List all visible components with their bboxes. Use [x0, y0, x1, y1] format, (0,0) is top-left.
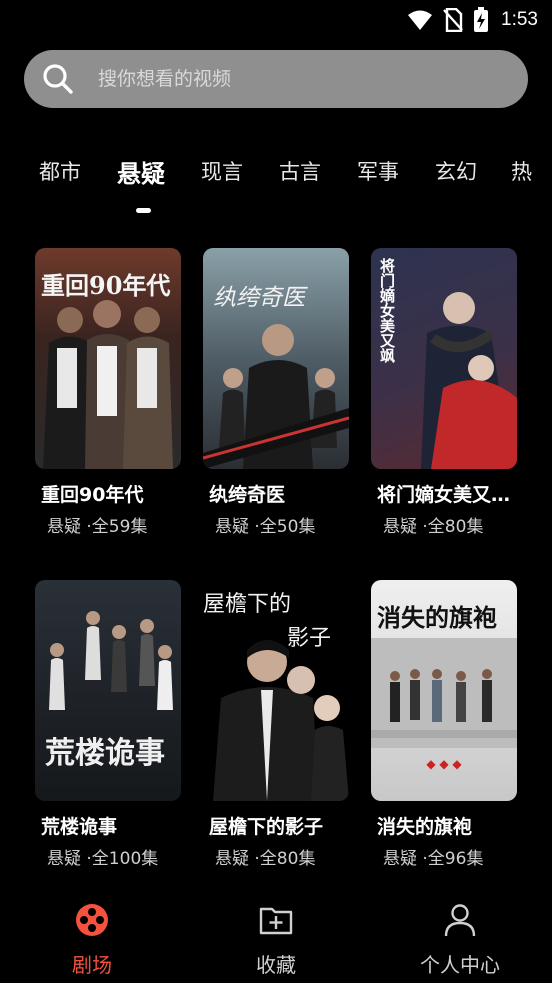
- film-reel-icon: [76, 904, 108, 936]
- drama-meta: 悬疑 ·全59集: [47, 512, 147, 537]
- tab-xuanhuan[interactable]: 玄幻: [435, 156, 477, 186]
- drama-title: 荒楼诡事: [41, 816, 118, 838]
- status-icons: 1:53: [407, 6, 538, 34]
- user-icon: [444, 904, 476, 937]
- drama-cover[interactable]: 屋檐下的 影子: [203, 580, 349, 801]
- drama-card[interactable]: 重回90年代 重回90年代 悬疑 ·全59集: [35, 248, 181, 537]
- drama-cover[interactable]: 将门嫡女美又飒: [371, 248, 517, 469]
- drama-cover[interactable]: 重回90年代: [35, 248, 181, 469]
- drama-episodes: ·全80集: [422, 517, 484, 537]
- tab-re[interactable]: 热: [511, 156, 532, 186]
- search-bar[interactable]: [24, 50, 528, 108]
- nav-label: 收藏: [256, 953, 296, 977]
- drama-genre: 悬疑: [47, 849, 81, 869]
- tab-junshi[interactable]: 军事: [357, 156, 399, 186]
- drama-meta: 悬疑 ·全100集: [47, 844, 158, 869]
- nav-profile[interactable]: 个人中心: [390, 903, 530, 978]
- wifi-icon: [408, 10, 433, 30]
- drama-title: 屋檐下的影子: [209, 816, 324, 838]
- drama-genre: 悬疑: [383, 849, 417, 869]
- drama-genre: 悬疑: [47, 517, 81, 537]
- cover-title-text: 消失的旗袍: [377, 603, 497, 632]
- drama-meta: 悬疑 ·全50集: [215, 512, 315, 537]
- tab-xuanyi[interactable]: 悬疑: [117, 154, 165, 189]
- drama-episodes: ·全100集: [86, 849, 159, 869]
- drama-card[interactable]: ◆ ◆ ◆ 消失的旗袍 消失的旗袍 悬疑 ·全96集: [371, 580, 517, 869]
- nav-favorites[interactable]: 收藏: [206, 903, 346, 978]
- status-bar: 1:53: [0, 0, 552, 40]
- drama-episodes: ·全96集: [422, 849, 484, 869]
- active-tab-indicator: [136, 208, 151, 213]
- search-icon: [43, 64, 73, 94]
- battery-charging-icon: [474, 7, 489, 32]
- tab-dushi[interactable]: 都市: [39, 156, 81, 186]
- drama-episodes: ·全80集: [254, 849, 316, 869]
- drama-meta: 悬疑 ·全80集: [383, 512, 483, 537]
- drama-cover[interactable]: 荒楼诡事: [35, 580, 181, 801]
- drama-card[interactable]: 纨绔奇医 纨绔奇医 悬疑 ·全50集: [203, 248, 349, 537]
- svg-text:◆ ◆ ◆: ◆ ◆ ◆: [426, 757, 462, 771]
- drama-meta: 悬疑 ·全80集: [215, 844, 315, 869]
- drama-card[interactable]: 屋檐下的 影子 屋檐下的影子 悬疑 ·全80集: [203, 580, 349, 869]
- category-tabs: 都市 悬疑 现言 古言 军事 玄幻 热: [0, 152, 552, 222]
- cover-title-text: 纨绔奇医: [213, 285, 305, 311]
- drama-cover[interactable]: 纨绔奇医: [203, 248, 349, 469]
- cover-title-text: 重回90年代: [41, 271, 171, 300]
- drama-title: 消失的旗袍: [377, 816, 473, 838]
- drama-genre: 悬疑: [383, 517, 417, 537]
- status-time: 1:53: [501, 9, 538, 30]
- nav-theater[interactable]: 剧场: [22, 903, 162, 978]
- drama-episodes: ·全50集: [254, 517, 316, 537]
- cover-title-text: 屋檐下的: [203, 592, 292, 617]
- drama-title: 重回90年代: [41, 484, 144, 506]
- drama-title: 纨绔奇医: [209, 484, 286, 506]
- nav-label: 个人中心: [420, 953, 500, 977]
- tab-xianyan[interactable]: 现言: [201, 156, 243, 186]
- drama-card[interactable]: 将门嫡女美又飒 将门嫡女美又… 悬疑 ·全80集: [371, 248, 517, 537]
- drama-meta: 悬疑 ·全96集: [383, 844, 483, 869]
- nav-label: 剧场: [72, 953, 112, 977]
- search-input[interactable]: [96, 67, 480, 91]
- tab-guyan[interactable]: 古言: [279, 156, 321, 186]
- no-sim-icon: [443, 8, 463, 32]
- folder-add-icon: [259, 907, 293, 935]
- cover-title-text: 将门嫡女美又飒: [378, 258, 396, 363]
- cover-title-text: 荒楼诡事: [45, 736, 165, 771]
- cover-title-text-2: 影子: [287, 626, 332, 651]
- drama-genre: 悬疑: [215, 849, 249, 869]
- bottom-nav: 剧场 收藏 个人中心: [0, 895, 552, 983]
- drama-genre: 悬疑: [215, 517, 249, 537]
- drama-episodes: ·全59集: [86, 517, 148, 537]
- drama-cover[interactable]: ◆ ◆ ◆ 消失的旗袍: [371, 580, 517, 801]
- drama-title: 将门嫡女美又…: [377, 484, 511, 506]
- drama-card[interactable]: 荒楼诡事 荒楼诡事 悬疑 ·全100集: [35, 580, 181, 869]
